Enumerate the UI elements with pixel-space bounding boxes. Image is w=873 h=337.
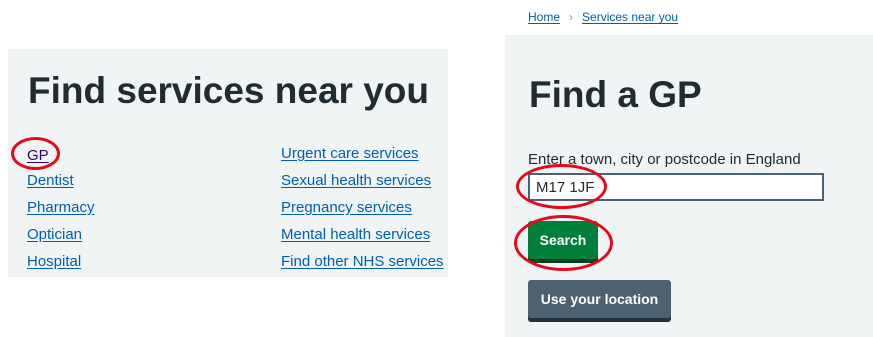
find-services-panel: Find services near you GP Dentist Pharma… — [8, 49, 448, 277]
location-label: Enter a town, city or postcode in Englan… — [528, 151, 801, 168]
search-button[interactable]: Search — [528, 221, 598, 259]
find-gp-title: Find a GP — [529, 74, 702, 115]
service-link-optician[interactable]: Optician — [27, 226, 82, 244]
breadcrumb-separator-icon: › — [569, 10, 574, 24]
service-link-mental-health[interactable]: Mental health services — [281, 226, 430, 244]
service-link-pharmacy[interactable]: Pharmacy — [27, 199, 95, 217]
service-link-urgent-care[interactable]: Urgent care services — [281, 145, 419, 163]
service-link-hospital[interactable]: Hospital — [27, 253, 81, 271]
breadcrumb-home-link[interactable]: Home — [528, 10, 560, 24]
location-input[interactable] — [528, 173, 824, 201]
service-link-pregnancy[interactable]: Pregnancy services — [281, 199, 412, 217]
service-link-other-nhs[interactable]: Find other NHS services — [281, 253, 444, 271]
find-gp-panel: Find a GP Enter a town, city or postcode… — [505, 35, 873, 337]
service-link-sexual-health[interactable]: Sexual health services — [281, 172, 431, 190]
service-link-dentist[interactable]: Dentist — [27, 172, 74, 190]
use-location-button[interactable]: Use your location — [528, 280, 671, 318]
service-link-gp[interactable]: GP — [27, 147, 49, 165]
breadcrumb: Home › Services near you — [528, 9, 678, 25]
breadcrumb-services-link[interactable]: Services near you — [582, 10, 678, 24]
page-title: Find services near you — [28, 70, 430, 111]
